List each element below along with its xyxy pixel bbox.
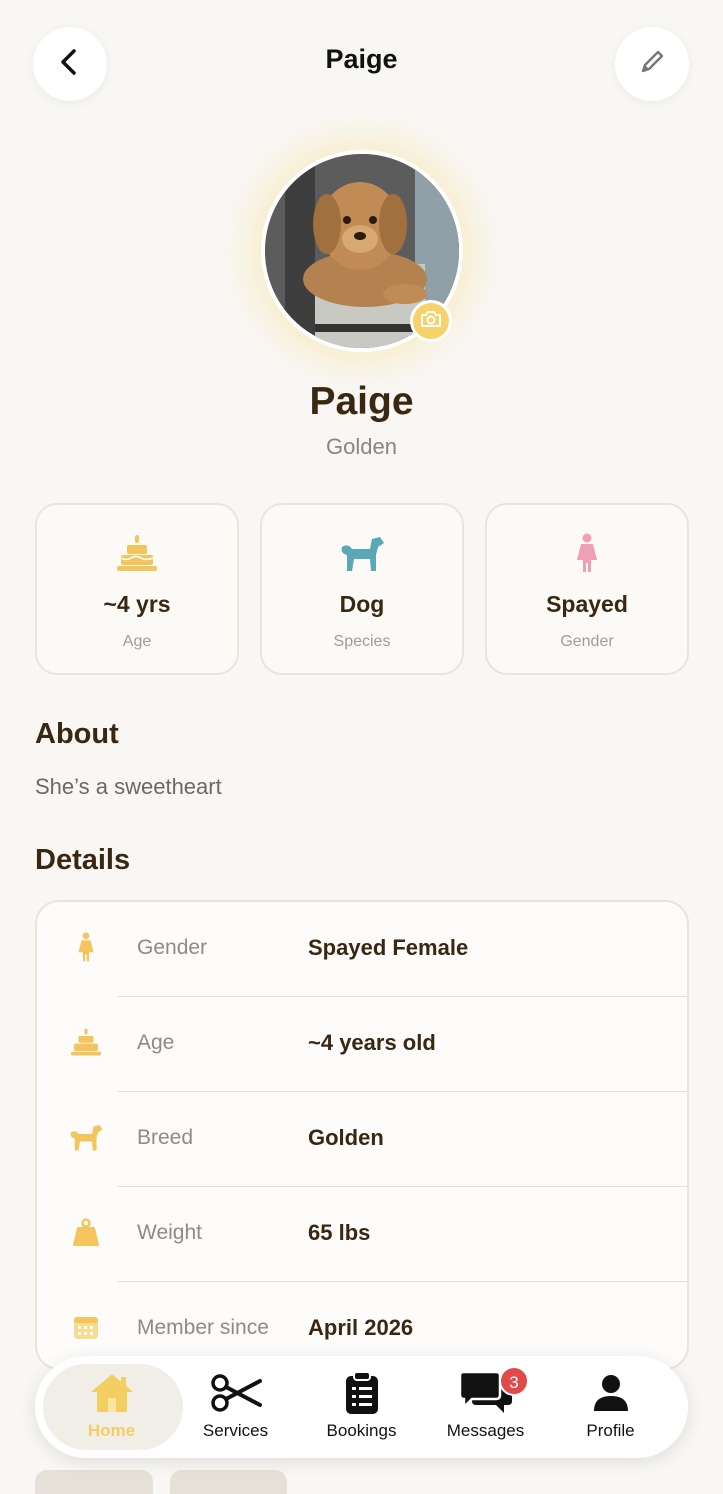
detail-row-breed: Breed Golden bbox=[37, 1092, 687, 1187]
detail-label: Member since bbox=[137, 1316, 269, 1339]
detail-value: April 2026 bbox=[308, 1315, 414, 1340]
person-icon bbox=[593, 1374, 629, 1417]
detail-row-gender: Gender Spayed Female bbox=[37, 902, 687, 997]
tab-messages[interactable]: Messages 3 bbox=[423, 1356, 548, 1458]
detail-value: ~4 years old bbox=[308, 1030, 436, 1055]
tab-label: Bookings bbox=[326, 1421, 397, 1440]
stat-value: Spayed bbox=[546, 591, 628, 617]
tab-bookings[interactable]: Bookings bbox=[299, 1356, 424, 1458]
cake-icon bbox=[116, 533, 158, 578]
pencil-icon bbox=[637, 47, 667, 82]
detail-label: Age bbox=[137, 1031, 175, 1054]
tab-label: Profile bbox=[586, 1421, 635, 1440]
detail-value: Spayed Female bbox=[308, 935, 469, 960]
pet-breed: Golden bbox=[326, 434, 397, 459]
details-title: Details bbox=[35, 844, 131, 876]
pet-name: Paige bbox=[309, 380, 414, 423]
detail-row-age: Age ~4 years old bbox=[37, 997, 687, 1092]
female-icon bbox=[575, 533, 599, 578]
details-card: Gender Spayed Female Age ~4 years old Br… bbox=[35, 900, 689, 1370]
about-title: About bbox=[35, 718, 119, 750]
cake-icon bbox=[70, 1027, 102, 1062]
detail-label: Gender bbox=[137, 936, 208, 959]
detail-label: Breed bbox=[137, 1126, 194, 1149]
tab-profile[interactable]: Profile bbox=[548, 1356, 673, 1458]
weight-icon bbox=[73, 1217, 99, 1251]
tab-bar: Home Services Bookings Messages 3 Profil… bbox=[35, 1356, 688, 1458]
scissors-icon bbox=[210, 1373, 262, 1418]
tab-label: Messages bbox=[446, 1421, 525, 1440]
edit-button[interactable] bbox=[615, 27, 689, 101]
tab-label: Home bbox=[87, 1421, 136, 1440]
dog-icon bbox=[338, 533, 386, 578]
detail-row-weight: Weight 65 lbs bbox=[37, 1187, 687, 1282]
stat-card-gender: Spayed Gender bbox=[485, 503, 689, 675]
stat-card-species: Dog Species bbox=[260, 503, 464, 675]
detail-label: Weight bbox=[137, 1221, 202, 1244]
clipboard-icon bbox=[344, 1370, 380, 1420]
stat-value: Dog bbox=[339, 591, 385, 617]
dog-icon bbox=[68, 1122, 104, 1157]
stat-card-age: ~4 yrs Age bbox=[35, 503, 239, 675]
about-text: She’s a sweetheart bbox=[35, 774, 222, 799]
detail-value: 65 lbs bbox=[308, 1220, 371, 1245]
unread-badge: 3 bbox=[499, 1366, 529, 1396]
stat-label: Gender bbox=[560, 633, 614, 650]
change-photo-button[interactable] bbox=[410, 300, 452, 342]
tab-label: Services bbox=[202, 1421, 269, 1440]
thumbnail bbox=[170, 1470, 287, 1494]
stat-value: ~4 yrs bbox=[103, 591, 171, 617]
thumbnail bbox=[35, 1470, 153, 1494]
stat-label: Species bbox=[333, 633, 391, 650]
detail-value: Golden bbox=[308, 1125, 384, 1150]
calendar-icon bbox=[73, 1314, 99, 1345]
camera-icon bbox=[420, 310, 442, 333]
tab-services[interactable]: Services bbox=[173, 1356, 298, 1458]
tab-home[interactable]: Home bbox=[49, 1356, 174, 1458]
home-icon bbox=[89, 1372, 135, 1419]
female-icon bbox=[77, 931, 95, 968]
stat-label: Age bbox=[122, 633, 152, 650]
